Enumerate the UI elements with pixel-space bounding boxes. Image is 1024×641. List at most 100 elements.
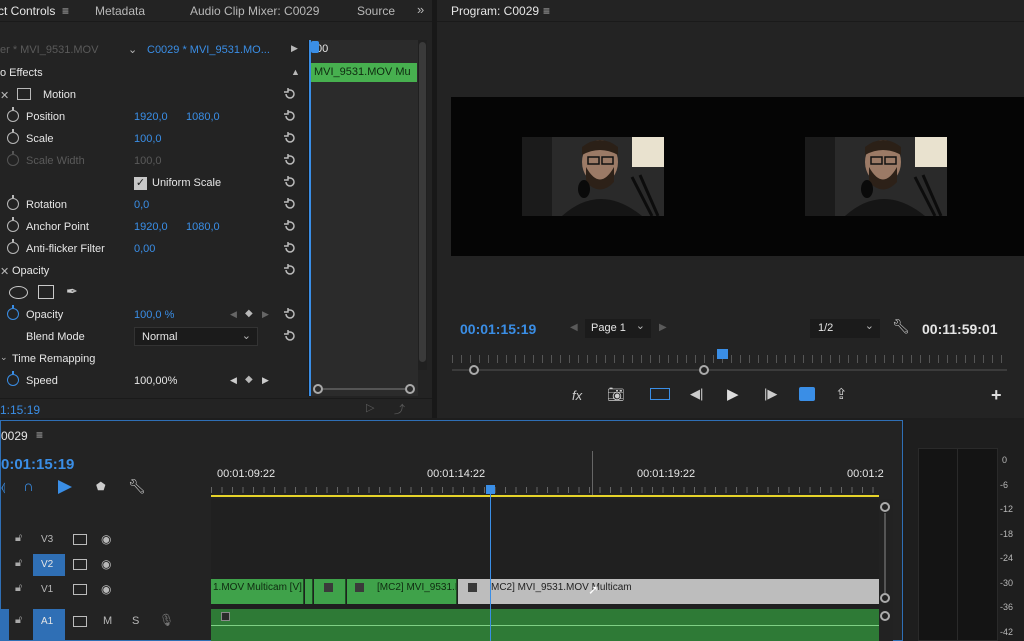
lock-icon[interactable]: 🔓︎ [15,614,22,627]
stopwatch-icon[interactable] [7,305,19,320]
tab-effect-controls[interactable]: ct Controls [0,4,55,18]
rotation-value[interactable]: 0,0 [134,199,149,211]
vertical-scrollbar[interactable] [879,499,893,641]
next-keyframe-icon[interactable]: ▶ [262,375,269,386]
linked-selection-icon[interactable] [58,480,72,494]
reset-icon[interactable] [283,153,297,167]
stopwatch-icon[interactable] [7,239,19,254]
expand-icon[interactable]: ⌄ [0,352,8,363]
opacity-value[interactable]: 100,0 % [134,309,174,321]
sync-lock-icon[interactable] [73,559,87,570]
lock-icon[interactable]: 🔓︎ [15,532,22,545]
effect-controls-timecode[interactable]: 1:15:19 [0,403,40,417]
play-icon[interactable]: ▶ [727,385,739,403]
ellipse-mask-icon[interactable] [9,286,28,299]
play-audio-icon[interactable]: ▷ [366,401,374,414]
reset-icon[interactable] [283,109,297,123]
track-label[interactable]: V3 [41,534,53,545]
zoom-dropdown[interactable]: 1/2 ⌄ [810,319,880,338]
time-ruler[interactable]: 00:01:09:22 00:01:14:22 00:01:19:22 00:0… [211,421,884,499]
track-area[interactable]: 1.MOV Multicam [V] [MC2] MVI_9531.M MC2]… [211,485,879,641]
zoom-scrollbar[interactable] [323,388,405,390]
tab-metadata[interactable]: Metadata [95,4,145,18]
uniform-scale-checkbox[interactable]: ✓ [134,177,147,190]
wrench-icon[interactable]: 🔧︎ [892,318,910,335]
track-label[interactable]: V1 [41,584,53,595]
vertical-scrollbar[interactable] [418,40,427,370]
blend-mode-dropdown[interactable]: Normal ⌄ [134,327,258,346]
reset-icon[interactable] [283,87,297,101]
zoom-handle-left[interactable] [469,365,479,375]
collapse-icon[interactable]: ▲ [291,67,300,77]
rectangle-mask-icon[interactable] [38,285,54,299]
motion-row[interactable]: ✕ Motion [0,84,305,106]
share-icon[interactable]: ⇪ [835,385,848,403]
anchor-y-value[interactable]: 1080,0 [186,221,220,233]
step-back-icon[interactable]: ◀︎| [690,386,703,402]
reset-icon[interactable] [283,329,297,343]
pen-mask-icon[interactable]: ✒ [66,283,78,300]
camera-icon[interactable]: 📷︎ [607,386,625,403]
timeline-clip[interactable]: 1.MOV Multicam [V] [211,579,304,604]
video-frame[interactable] [451,97,1024,256]
program-monitor-title[interactable]: Program: C0029 [451,4,539,18]
multicam-view-icon[interactable] [650,388,670,400]
sequence-tab[interactable]: 0029 [1,429,28,443]
stopwatch-icon[interactable] [7,371,19,386]
page-dropdown[interactable]: Page 1 ⌄ [585,319,651,338]
marker-icon[interactable]: ⬟ [96,480,106,493]
playhead-timecode[interactable]: 00:01:15:19 [460,321,536,337]
keyframe-icon[interactable]: ◆ [245,308,253,319]
position-x-value[interactable]: 1920,0 [134,111,168,123]
timeline-clip[interactable] [314,579,346,604]
panel-menu-icon[interactable]: ≡ [62,4,69,18]
tab-source[interactable]: Source [357,4,395,18]
mute-button[interactable]: M [103,615,112,627]
solo-button[interactable]: S [132,615,139,627]
next-keyframe-icon[interactable]: ▶ [262,309,269,320]
eye-icon[interactable]: ◉ [101,582,111,596]
sequence-clip-label[interactable]: C0029 * MVI_9531.MO... [147,44,270,56]
selected-timeline-clip[interactable]: MC2] MVI_9531.MOV Multicam ➚ [458,579,879,604]
timeline-clip[interactable]: [MC2] MVI_9531.M [347,579,457,604]
play-clip-icon[interactable]: ▶ [291,43,298,54]
playhead-icon[interactable] [486,485,495,494]
stopwatch-icon[interactable] [7,217,19,232]
snap-icon[interactable]: ∩ [23,478,34,495]
zoom-scrollbar[interactable] [452,369,1007,371]
prev-keyframe-icon[interactable]: ◀ [230,375,237,386]
stopwatch-icon[interactable] [7,129,19,144]
audio-clip[interactable] [211,609,879,641]
scrub-ruler[interactable] [452,355,1007,363]
reset-icon[interactable] [283,263,297,277]
sync-lock-icon[interactable] [73,584,87,595]
export-icon[interactable]: ⤴ [394,401,405,417]
add-button-icon[interactable]: + [991,385,1002,406]
reset-icon[interactable] [283,197,297,211]
stopwatch-icon[interactable] [7,195,19,210]
panel-menu-icon[interactable]: ≡ [543,4,550,18]
eye-icon[interactable]: ◉ [101,532,111,546]
mini-clip[interactable]: MVI_9531.MOV Mu [309,63,417,82]
eye-icon[interactable]: ◉ [101,557,111,571]
prev-keyframe-icon[interactable]: ◀ [230,309,237,320]
tab-audio-clip-mixer[interactable]: Audio Clip Mixer: C0029 [190,4,319,18]
scale-value[interactable]: 100,0 [134,133,162,145]
time-remapping-row[interactable]: ⌄ Time Remapping [0,348,305,370]
timeline-timecode[interactable]: 0:01:15:19 [1,456,74,473]
stopwatch-icon[interactable] [7,107,19,122]
wrench-icon[interactable]: 🔧︎ [128,478,146,495]
track-label[interactable]: V2 [41,559,53,570]
reset-icon[interactable] [283,307,297,321]
next-page-icon[interactable]: ▶ [659,322,667,333]
lock-icon[interactable]: 🔓︎ [15,557,22,570]
export-frame-icon[interactable] [799,387,815,401]
reset-icon[interactable] [283,131,297,145]
reset-icon[interactable] [283,175,297,189]
panel-menu-icon[interactable]: ≡ [36,428,43,442]
microphone-icon[interactable]: 🎙︎ [159,613,174,627]
nest-icon[interactable]: ⦉ [1,480,5,495]
timeline-clip[interactable] [305,579,313,604]
playhead-icon[interactable] [717,349,728,359]
transform-icon[interactable] [17,88,31,100]
